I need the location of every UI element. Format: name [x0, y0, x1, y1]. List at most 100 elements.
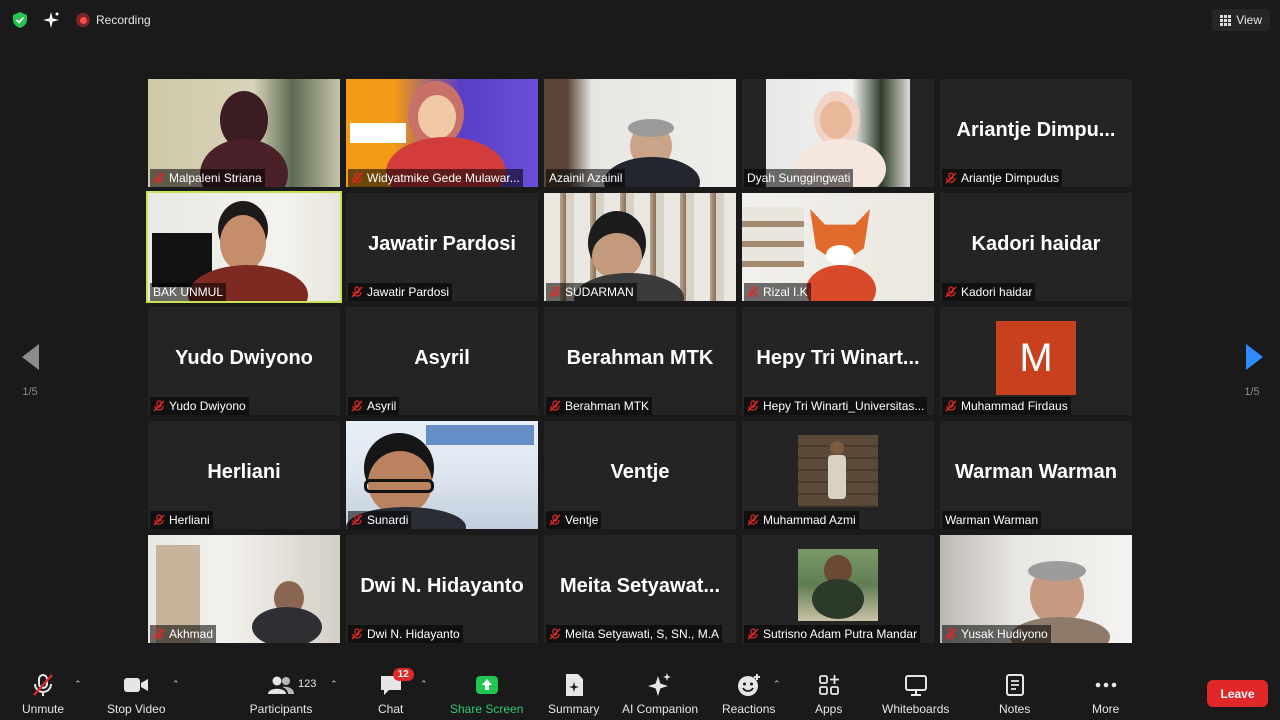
leave-button[interactable]: Leave — [1207, 680, 1268, 707]
mic-off-icon — [153, 400, 165, 412]
participant-display-name: Ventje — [610, 461, 670, 483]
video-tile[interactable]: Sutrisno Adam Putra Mandar — [742, 535, 934, 643]
participant-name: Herliani — [169, 513, 210, 527]
stop-video-button[interactable]: Stop Video — [107, 672, 166, 716]
participant-name: Rizal I.K — [763, 285, 808, 299]
video-tile-active-speaker[interactable]: BAK UNMUL — [146, 191, 342, 303]
meeting-toolbar: Unmute ⌃ Stop Video ⌃ 123 Participants ⌃… — [0, 660, 1280, 720]
video-tile[interactable]: Dyah Sunggingwati — [742, 79, 934, 187]
mic-off-icon — [945, 172, 957, 184]
arrow-left-icon[interactable] — [21, 344, 39, 370]
participant-name: Muhammad Firdaus — [961, 399, 1068, 413]
participant-name: Yusak Hudiyono — [961, 627, 1048, 641]
participant-name: SUDARMAN — [565, 285, 634, 299]
video-tile[interactable]: Rizal I.K — [742, 193, 934, 301]
mic-off-icon — [747, 514, 759, 526]
sparkle-icon[interactable] — [42, 11, 60, 29]
mic-off-icon — [351, 286, 363, 298]
summary-button[interactable]: Summary — [548, 672, 599, 716]
recording-indicator[interactable]: Recording — [76, 11, 151, 29]
apps-button[interactable]: Apps — [815, 672, 842, 716]
video-tile[interactable]: Warman Warman Warman Warman — [940, 421, 1132, 529]
video-tile[interactable]: Herliani Herliani — [148, 421, 340, 529]
notes-label: Notes — [999, 702, 1031, 716]
participants-button[interactable]: 123 Participants — [248, 672, 316, 716]
notes-button[interactable]: Notes — [999, 672, 1030, 716]
video-tile[interactable]: Azainil Azainil — [544, 79, 736, 187]
participant-face — [830, 441, 844, 455]
video-tile[interactable]: Jawatir Pardosi Jawatir Pardosi — [346, 193, 538, 301]
whiteboard-icon — [904, 672, 928, 698]
video-tile[interactable]: Dwi N. Hidayanto Dwi N. Hidayanto — [346, 535, 538, 643]
chevron-up-icon[interactable]: ⌃ — [420, 679, 428, 690]
video-tile[interactable]: Malpaleni Striana — [148, 79, 340, 187]
participant-name: Widyatmike Gede Mulawar... — [367, 171, 520, 185]
video-tile[interactable]: Sunardi — [346, 421, 538, 529]
stop-video-label: Stop Video — [107, 702, 166, 716]
mic-muted-icon — [32, 672, 54, 698]
apps-icon — [818, 672, 840, 698]
video-tile[interactable]: Asyril Asyril — [346, 307, 538, 415]
share-screen-button[interactable]: Share Screen — [450, 672, 523, 716]
participant-name: BAK UNMUL — [153, 285, 224, 299]
video-tile[interactable]: Akhmad — [148, 535, 340, 643]
video-tile[interactable]: Ariantje Dimpu... Ariantje Dimpudus — [940, 79, 1132, 187]
video-tile[interactable]: Berahman MTK Berahman MTK — [544, 307, 736, 415]
avatar: M — [996, 321, 1076, 395]
video-tile[interactable]: Meita Setyawat... Meita Setyawati, S, SN… — [544, 535, 736, 643]
shield-icon[interactable] — [11, 11, 29, 29]
participant-name: Yudo Dwiyono — [169, 399, 246, 413]
page-indicator-right: 1/5 — [1244, 386, 1260, 398]
chat-button[interactable]: 12 Chat — [378, 668, 414, 716]
participant-face — [220, 215, 266, 271]
summary-icon — [564, 672, 584, 698]
video-tile[interactable]: Yusak Hudiyono — [940, 535, 1132, 643]
mic-off-icon — [351, 514, 363, 526]
participant-name: Dwi N. Hidayanto — [367, 627, 460, 641]
recording-label: Recording — [96, 13, 151, 27]
ai-sparkle-icon — [648, 672, 672, 698]
share-screen-label: Share Screen — [450, 702, 524, 716]
view-button[interactable]: View — [1212, 9, 1270, 31]
grid-view-icon — [1220, 14, 1232, 26]
chevron-up-icon[interactable]: ⌃ — [74, 679, 82, 690]
mic-off-icon — [153, 514, 165, 526]
video-tile[interactable]: Hepy Tri Winart... Hepy Tri Winarti_Univ… — [742, 307, 934, 415]
video-tile[interactable]: Yudo Dwiyono Yudo Dwiyono — [148, 307, 340, 415]
more-button[interactable]: More — [1092, 672, 1119, 716]
previous-page[interactable]: 1/5 — [10, 344, 50, 400]
chevron-up-icon[interactable]: ⌃ — [773, 679, 781, 690]
participant-name: Akhmad — [169, 627, 214, 641]
reactions-button[interactable]: Reactions — [722, 672, 775, 716]
participant-hair — [628, 119, 674, 137]
video-tile[interactable]: M Muhammad Firdaus — [940, 307, 1132, 415]
next-page[interactable]: 1/5 — [1232, 344, 1272, 400]
arrow-right-icon[interactable] — [1246, 344, 1263, 370]
unmute-button[interactable]: Unmute — [22, 672, 64, 716]
video-tile[interactable]: Widyatmike Gede Mulawar... — [346, 79, 538, 187]
mic-off-icon — [747, 286, 759, 298]
chevron-up-icon[interactable]: ⌃ — [172, 679, 180, 690]
view-label: View — [1236, 13, 1262, 27]
mic-off-icon — [549, 286, 561, 298]
fox-snout — [826, 245, 854, 265]
reactions-label: Reactions — [722, 702, 776, 716]
mic-off-icon — [747, 400, 759, 412]
ai-companion-button[interactable]: AI Companion — [622, 672, 698, 716]
participant-display-name: Warman Warman — [955, 461, 1117, 483]
video-tile[interactable]: Ventje Ventje — [544, 421, 736, 529]
participant-name: Sutrisno Adam Putra Mandar — [763, 627, 918, 641]
chat-label: Chat — [378, 702, 404, 716]
participant-name: Sunardi — [367, 513, 409, 527]
video-tile[interactable]: Kadori haidar Kadori haidar — [940, 193, 1132, 301]
video-tile[interactable]: Muhammad Azmi — [742, 421, 934, 529]
mic-off-icon — [153, 172, 165, 184]
video-tile[interactable]: SUDARMAN — [544, 193, 736, 301]
emoji-icon — [737, 672, 761, 698]
whiteboards-button[interactable]: Whiteboards — [882, 672, 949, 716]
participant-display-name: Meita Setyawat... — [559, 575, 721, 597]
banner — [426, 425, 534, 445]
chevron-up-icon[interactable]: ⌃ — [330, 679, 338, 690]
participant-name: Kadori haidar — [961, 285, 1033, 299]
unmute-label: Unmute — [22, 702, 65, 716]
